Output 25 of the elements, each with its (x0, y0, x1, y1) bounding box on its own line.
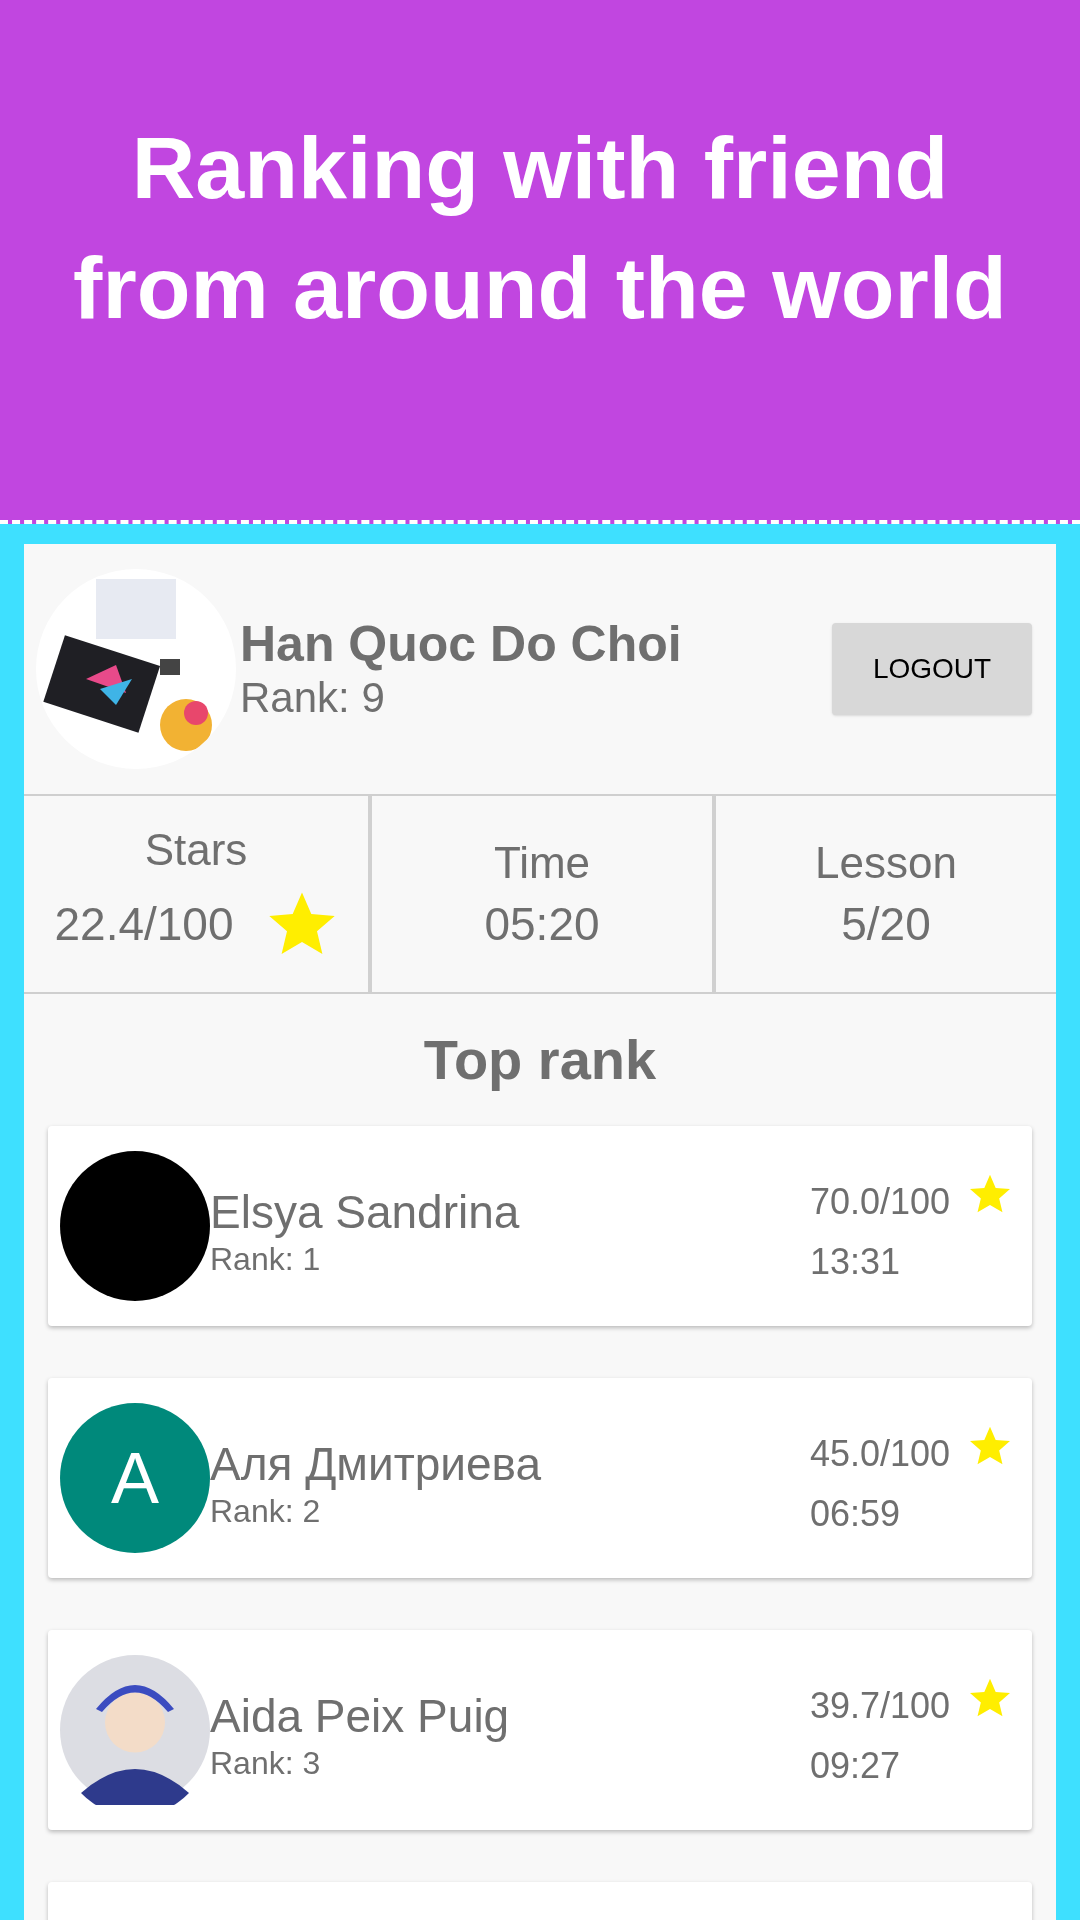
player-time: 13:31 (810, 1244, 902, 1280)
player-card[interactable]: A Аля Дмитриева Rank: 2 45.0/100 06:59 (48, 1378, 1032, 1578)
stat-value: 05:20 (484, 901, 600, 947)
player-rank: Rank: 2 (210, 1495, 322, 1527)
player-rank: Rank: 3 (210, 1747, 322, 1779)
section-title: Top rank (422, 1027, 658, 1093)
stat-label: Lesson (815, 841, 957, 885)
player-rank: Rank: 1 (210, 1243, 322, 1275)
stat-value: 5/20 (841, 901, 931, 947)
avatar: A (60, 1403, 210, 1553)
player-card[interactable]: Elsya Sandrina Rank: 1 70.0/100 13:31 (48, 1126, 1032, 1326)
stat-label: Time (493, 841, 591, 885)
stat-value: 22.4/100 (54, 901, 234, 947)
player-score: 70.0/100 (810, 1180, 951, 1220)
player-card[interactable]: Aida Peix Puig Rank: 3 39.7/100 09:27 (48, 1630, 1032, 1830)
avatar-icon (60, 1655, 210, 1805)
banner-title: Ranking with friend from around the world (72, 117, 1008, 339)
player-score: 39.7/100 (810, 1684, 951, 1724)
stat-label: Stars (144, 828, 248, 872)
profile-rank: Rank: 9 (240, 677, 386, 719)
logout-button[interactable]: LOGOUT (832, 623, 1032, 715)
player-time: 09:27 (810, 1748, 902, 1784)
profile-name: Han Quoc Do Choi (240, 619, 683, 669)
player-score: 45.0/100 (810, 1432, 951, 1472)
player-time: 06:59 (810, 1496, 902, 1532)
